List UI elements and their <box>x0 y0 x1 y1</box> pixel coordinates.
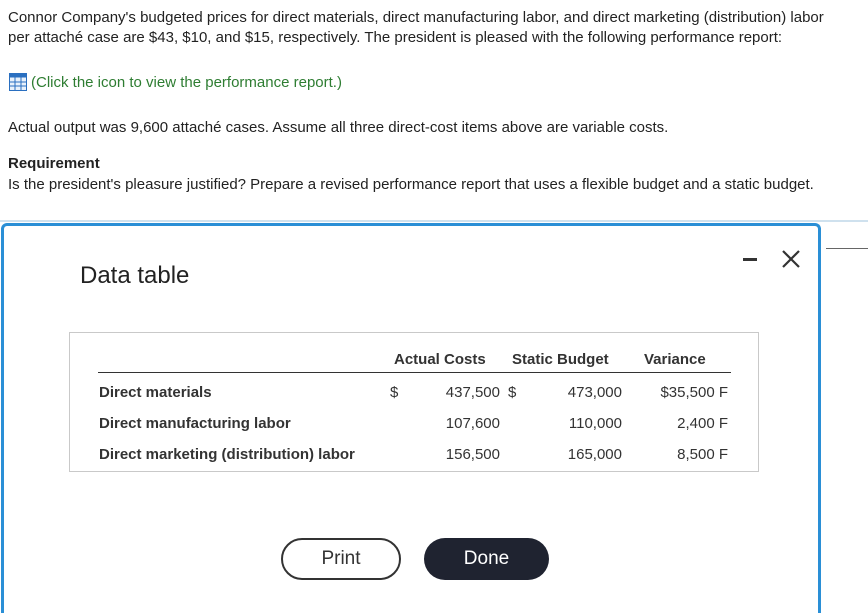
cell-actual: 107,600 <box>445 415 500 432</box>
actual-output-text: Actual output was 9,600 attaché cases. A… <box>8 119 669 136</box>
modal-title: Data table <box>80 262 190 289</box>
performance-report-link[interactable]: (Click the icon to view the performance … <box>31 74 342 91</box>
cell-variance: 8,500 F <box>677 446 728 463</box>
cell-static: 473,000 <box>567 384 622 401</box>
row-label-direct-manufacturing-labor: Direct manufacturing labor <box>99 415 291 432</box>
cell-variance: $35,500 F <box>660 384 728 401</box>
header-actual-costs: Actual Costs <box>394 351 486 368</box>
dollar-sign-static: $ <box>508 384 517 401</box>
dollar-sign-actual: $ <box>390 384 399 401</box>
close-icon[interactable] <box>778 246 804 272</box>
data-table-modal: Data table Actual Costs Static Budget Va… <box>1 223 821 613</box>
requirement-text: Is the president's pleasure justified? P… <box>8 176 814 193</box>
performance-table: Actual Costs Static Budget Variance Dire… <box>69 332 759 472</box>
header-variance: Variance <box>644 351 706 368</box>
row-label-direct-materials: Direct materials <box>99 384 212 401</box>
header-underline <box>98 372 731 373</box>
row-label-direct-marketing-labor: Direct marketing (distribution) labor <box>99 446 355 463</box>
grid-table-icon[interactable] <box>9 73 27 91</box>
cell-actual: 437,500 <box>445 384 500 401</box>
cell-static: 110,000 <box>568 415 622 432</box>
header-static-budget: Static Budget <box>512 351 609 368</box>
cell-static: 165,000 <box>567 446 622 463</box>
section-divider <box>0 220 868 222</box>
cell-variance: 2,400 F <box>677 415 728 432</box>
cell-actual: 156,500 <box>445 446 500 463</box>
problem-intro-text: Connor Company's budgeted prices for dir… <box>8 9 824 46</box>
problem-intro: Connor Company's budgeted prices for dir… <box>8 8 843 48</box>
done-button[interactable]: Done <box>424 538 549 580</box>
print-button[interactable]: Print <box>281 538 401 580</box>
performance-report-link-row[interactable]: (Click the icon to view the performance … <box>9 73 342 91</box>
background-rule <box>826 248 868 249</box>
minimize-icon[interactable] <box>743 258 757 261</box>
requirement-title: Requirement <box>8 155 100 172</box>
